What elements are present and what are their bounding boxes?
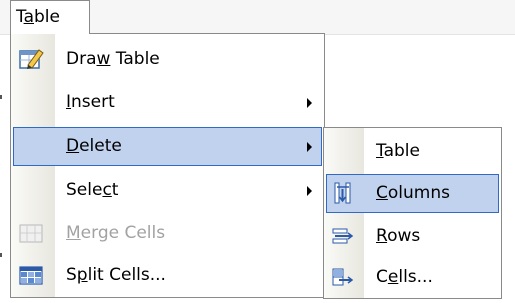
menu-item-insert[interactable]: Insert: [11, 81, 324, 124]
menu-item-label: Columns: [376, 183, 450, 203]
submenu-item-table[interactable]: Table: [324, 130, 501, 173]
table-dropdown-menu: Draw Table Insert Delete Select Merge Ce…: [10, 33, 325, 298]
submenu-item-rows[interactable]: Rows: [324, 215, 501, 258]
menu-item-label: Select: [66, 180, 119, 200]
menu-item-delete[interactable]: Delete: [11, 125, 324, 168]
menu-item-merge-cells[interactable]: Merge Cells: [11, 212, 324, 255]
pencil-table-icon: [17, 45, 45, 73]
menu-item-label: Merge Cells: [66, 223, 166, 243]
menu-item-label: Insert: [66, 92, 115, 112]
menu-item-select[interactable]: Select: [11, 169, 324, 212]
menu-item-label: Table: [376, 141, 420, 161]
menu-item-label: Rows: [376, 226, 421, 246]
highlight-background: [13, 127, 322, 166]
delete-rows-icon: [329, 222, 357, 250]
delete-cells-icon: [329, 263, 357, 291]
edge-mark: [0, 253, 2, 257]
submenu-arrow-icon: [307, 142, 312, 152]
menu-item-draw-table[interactable]: Draw Table: [11, 38, 324, 81]
menu-item-split-cells[interactable]: Split Cells...: [11, 254, 324, 297]
submenu-item-cells[interactable]: Cells...: [324, 256, 501, 299]
menu-item-label: Draw Table: [66, 49, 160, 69]
title-accelerator: a: [23, 7, 34, 27]
submenu-arrow-icon: [307, 186, 312, 196]
delete-columns-icon: [329, 179, 357, 207]
split-cells-icon: [17, 261, 45, 289]
menu-item-label: Cells...: [376, 267, 433, 287]
title-text: T: [16, 7, 24, 27]
menu-item-label: Split Cells...: [66, 265, 166, 285]
title-text-rest: ble: [34, 7, 60, 27]
edge-mark: [0, 95, 2, 99]
delete-submenu: Table Columns Rows Cells...: [323, 127, 502, 299]
merge-cells-icon: [17, 219, 45, 247]
table-menu-title[interactable]: Table: [10, 0, 90, 34]
submenu-arrow-icon: [307, 98, 312, 108]
submenu-item-columns[interactable]: Columns: [324, 172, 501, 215]
menu-item-label: Delete: [66, 136, 122, 156]
